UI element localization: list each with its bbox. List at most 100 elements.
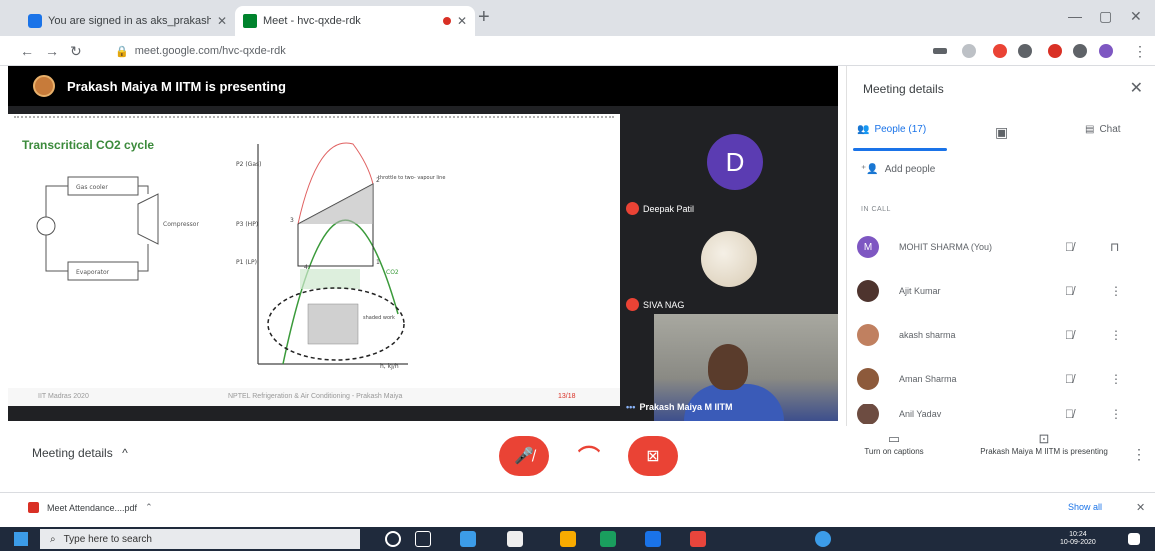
mic-off-icon: 🎤̸: [514, 448, 534, 465]
pipe: [45, 185, 68, 217]
extension-icon[interactable]: [1048, 44, 1062, 58]
presenting-button[interactable]: ⊡ Prakash Maiya M IITM is presenting: [980, 431, 1108, 457]
shaded-work-area: [298, 184, 373, 224]
chevron-up-icon[interactable]: ⌃: [145, 502, 153, 513]
chat-bubble-icon: ▣: [995, 124, 1009, 140]
show-all-button[interactable]: Show all: [1068, 502, 1102, 512]
point-2: 2: [376, 177, 380, 184]
point-1: 1: [376, 259, 380, 266]
taskbar-app-icon[interactable]: [460, 531, 476, 547]
active-tab-indicator: [853, 148, 947, 151]
tab-chat-icon[interactable]: ▣: [995, 124, 1008, 141]
browser-menu-icon[interactable]: ⋮: [1133, 43, 1147, 60]
edge-icon[interactable]: [645, 531, 661, 547]
slide-diagram: Gas cooler Evaporator Compressor P2 (Gas…: [36, 142, 445, 370]
more-options-icon[interactable]: ⋮: [1110, 372, 1122, 386]
browser-tab-meet[interactable]: Meet - hvc-qxde-rdk ✕: [235, 6, 475, 36]
participant-avatar: M: [857, 236, 879, 258]
present-screen-icon: ⊡: [1038, 431, 1050, 446]
task-view-icon[interactable]: [415, 531, 431, 547]
download-item[interactable]: Meet Attendance....pdf ⌃: [28, 502, 153, 513]
slide-footer: IIT Madras 2020 NPTEL Refrigeration & Ai…: [8, 388, 620, 406]
forward-icon[interactable]: →: [45, 43, 59, 59]
chrome-icon[interactable]: [690, 531, 706, 547]
url-field[interactable]: 🔒 meet.google.com/hvc-qxde-rdk: [115, 41, 915, 61]
people-icon: 👥: [857, 124, 870, 135]
maximize-icon[interactable]: ▢: [1099, 8, 1112, 25]
compressor-shape: [137, 193, 159, 245]
point-3: 3: [290, 217, 294, 224]
slide-footer-center: NPTEL Refrigeration & Air Conditioning -…: [228, 393, 403, 400]
close-downloads-icon[interactable]: ✕: [1136, 501, 1145, 514]
more-options-icon[interactable]: ⋮: [1132, 446, 1146, 463]
extension-icon[interactable]: [1018, 44, 1032, 58]
mic-off-icon: 🎙̸: [1065, 240, 1074, 254]
tab-title: You are signed in as aks_prakash: [48, 15, 211, 27]
close-tab-icon[interactable]: ✕: [457, 14, 467, 28]
captions-button[interactable]: ▭ Turn on captions: [854, 432, 934, 457]
star-icon[interactable]: [962, 44, 976, 58]
search-icon: ⌕: [50, 533, 56, 545]
more-options-icon[interactable]: ⋮: [1110, 407, 1122, 421]
shared-slide: Transcritical CO2 cycle Gas cooler Evapo…: [8, 114, 620, 406]
camera-off-icon: ⊠: [646, 448, 660, 465]
evaporator-label: Evaporator: [76, 269, 110, 276]
close-window-icon[interactable]: ✕: [1130, 8, 1142, 25]
leave-call-button[interactable]: ⌒: [564, 436, 614, 476]
more-options-icon[interactable]: ⋮: [1110, 328, 1122, 342]
hang-up-icon: ⌒: [577, 445, 600, 470]
throttle-note: throttle to two- vapour line: [378, 175, 445, 181]
puzzle-icon[interactable]: [1073, 44, 1087, 58]
panel-title: Meeting details: [863, 82, 944, 96]
gas-cooler-label: Gas cooler: [76, 184, 108, 191]
x-axis-label: h, kJ/h: [380, 363, 399, 370]
tab-title: Meet - hvc-qxde-rdk: [263, 15, 361, 27]
point-4: 4: [304, 264, 308, 271]
recording-indicator-icon: [442, 17, 451, 25]
minimize-icon[interactable]: —: [1068, 8, 1082, 24]
meeting-details-panel: Meeting details ✕ 👥 People (17) ▣ ▤ Chat…: [846, 66, 1155, 426]
camera-icon[interactable]: [933, 48, 947, 54]
more-options-icon[interactable]: ⋮: [1110, 284, 1122, 298]
clock-time: 10:24: [1069, 531, 1087, 538]
participant-name: Aman Sharma: [899, 374, 957, 384]
participant-row[interactable]: akash sharma 🎙̸ ⋮: [857, 320, 1147, 350]
tab-people[interactable]: 👥 People (17): [857, 124, 926, 135]
camera-toggle-button[interactable]: ⊠: [628, 436, 678, 476]
participant-name: Anil Yadav: [899, 409, 942, 419]
close-tab-icon[interactable]: ✕: [217, 14, 227, 28]
system-clock[interactable]: 10:24 10-09-2020: [1060, 531, 1096, 547]
windows-start-icon[interactable]: [14, 532, 28, 546]
back-icon[interactable]: ←: [20, 43, 34, 59]
participant-row[interactable]: M MOHIT SHARMA (You) 🎙̸ ⊓: [857, 232, 1147, 262]
participant-tiles: D Deepak Patil SIVA NAG ••• Prakash Maiy…: [620, 106, 838, 421]
notifications-icon[interactable]: [1128, 533, 1140, 545]
windows-taskbar: ⌕ Type here to search 10:24 10-09-2020: [0, 527, 1155, 551]
profile-avatar[interactable]: [1099, 44, 1113, 58]
taskbar-app-icon[interactable]: [600, 531, 616, 547]
meeting-details-button[interactable]: Meeting details ^: [32, 446, 128, 460]
participant-row[interactable]: Anil Yadav 🎙̸ ⋮: [857, 404, 1147, 424]
chat-icon: ▤: [1085, 124, 1095, 135]
taskbar-search[interactable]: ⌕ Type here to search: [40, 529, 360, 549]
cortana-icon[interactable]: [385, 531, 401, 547]
add-people-button[interactable]: ⁺👤 Add people: [861, 164, 935, 175]
file-explorer-icon[interactable]: [560, 531, 576, 547]
reload-icon[interactable]: ↻: [70, 43, 82, 60]
new-tab-button[interactable]: +: [478, 6, 490, 28]
pin-icon[interactable]: ⊓: [1110, 240, 1119, 254]
taskbar-app-icon[interactable]: [507, 531, 523, 547]
mic-toggle-button[interactable]: 🎤̸: [499, 436, 549, 476]
meeting-stage: Prakash Maiya M IITM is presenting Trans…: [8, 66, 838, 421]
participant-row[interactable]: Aman Sharma 🎙̸ ⋮: [857, 364, 1147, 394]
tab-chat[interactable]: ▤ Chat: [1085, 124, 1121, 135]
close-panel-icon[interactable]: ✕: [1130, 78, 1143, 98]
taskbar-app-icon[interactable]: [815, 531, 831, 547]
browser-tab-signin[interactable]: You are signed in as aks_prakash ✕: [20, 6, 235, 36]
extension-opera-icon[interactable]: [993, 44, 1007, 58]
speaking-icon: •••: [626, 402, 636, 412]
pipe: [45, 235, 68, 272]
presenter-avatar: [33, 75, 55, 97]
participant-row[interactable]: Ajit Kumar 🎙̸ ⋮: [857, 276, 1147, 306]
presenter-head: [708, 344, 748, 390]
